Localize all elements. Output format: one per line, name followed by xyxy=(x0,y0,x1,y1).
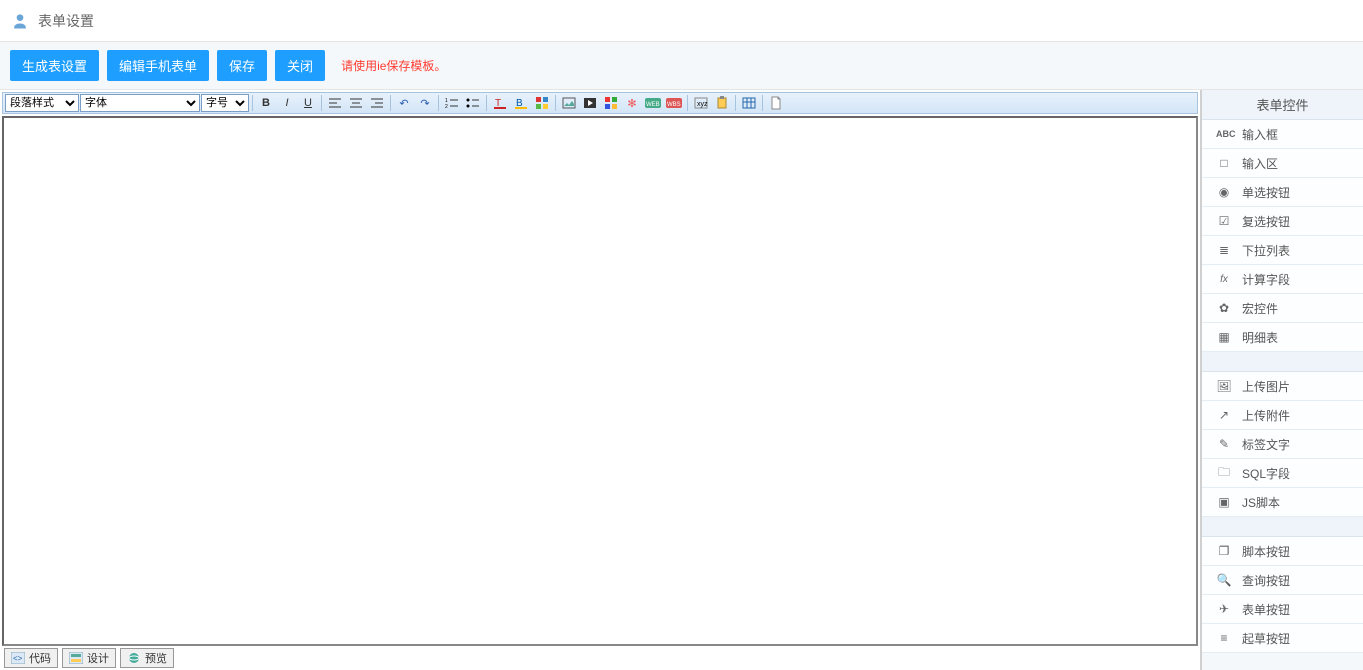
font-color-button[interactable]: T xyxy=(490,94,510,112)
palette-item-upload-image[interactable]: 🖼上传图片 xyxy=(1202,372,1363,401)
editor-mode-tabs: <> 代码 设计 预览 xyxy=(0,646,1200,670)
palette-item-detail-table[interactable]: ▦明细表 xyxy=(1202,323,1363,352)
palette-title: 表单控件 xyxy=(1202,90,1363,120)
design-mode-tab[interactable]: 设计 xyxy=(62,648,116,668)
edit-mobile-form-button[interactable]: 编辑手机表单 xyxy=(107,50,209,81)
paragraph-style-select[interactable]: 段落样式 xyxy=(5,94,79,112)
code-mode-tab[interactable]: <> 代码 xyxy=(4,648,58,668)
wbs-button[interactable]: WBS xyxy=(664,94,684,112)
separator xyxy=(555,95,556,111)
palette-item-select[interactable]: ≣下拉列表 xyxy=(1202,236,1363,265)
action-bar: 生成表设置 编辑手机表单 保存 关闭 请使用ie保存模板。 xyxy=(0,42,1363,90)
control-palette: 表单控件 ABC输入框 □输入区 ◉单选按钮 ☑复选按钮 ≣下拉列表 fx计算字… xyxy=(1201,90,1363,670)
ordered-list-button[interactable]: 12 xyxy=(442,94,462,112)
palette-item-checkbox[interactable]: ☑复选按钮 xyxy=(1202,207,1363,236)
special-char-button[interactable]: ✻ xyxy=(622,94,642,112)
align-left-button[interactable] xyxy=(325,94,345,112)
close-button[interactable]: 关闭 xyxy=(275,50,325,81)
save-button[interactable]: 保存 xyxy=(217,50,267,81)
image-button[interactable] xyxy=(559,94,579,112)
separator xyxy=(438,95,439,111)
editor-toolbar: 段落样式 字体 字号 B I U ↶ ↷ 12 T B ✻ xyxy=(2,92,1198,114)
separator xyxy=(762,95,763,111)
palette-item-draft-button[interactable]: ≡起草按钮 xyxy=(1202,624,1363,653)
palette-item-script-button[interactable]: ❐脚本按钮 xyxy=(1202,537,1363,566)
copy-icon: ❐ xyxy=(1216,544,1232,558)
separator xyxy=(390,95,391,111)
generate-settings-button[interactable]: 生成表设置 xyxy=(10,50,99,81)
page-title: 表单设置 xyxy=(38,11,94,31)
palette-separator xyxy=(1202,352,1363,372)
windows-button[interactable] xyxy=(601,94,621,112)
gear-icon: ✿ xyxy=(1216,301,1232,315)
user-icon xyxy=(10,11,30,31)
font-select[interactable]: 字体 xyxy=(80,94,200,112)
separator xyxy=(735,95,736,111)
palette-item-label[interactable]: ✎标签文字 xyxy=(1202,430,1363,459)
image-icon: 🖼 xyxy=(1216,379,1232,393)
palette-item-query-button[interactable]: 🔍查询按钮 xyxy=(1202,566,1363,595)
palette-item-macro[interactable]: ✿宏控件 xyxy=(1202,294,1363,323)
template-button[interactable]: xyz xyxy=(691,94,711,112)
palette-item-radio[interactable]: ◉单选按钮 xyxy=(1202,178,1363,207)
upload-icon: ↗ xyxy=(1216,408,1232,422)
preview-icon xyxy=(127,652,141,664)
list-icon: ≣ xyxy=(1216,243,1232,257)
fx-icon: fx xyxy=(1216,274,1232,285)
font-size-select[interactable]: 字号 xyxy=(201,94,249,112)
script-icon: ▣ xyxy=(1216,495,1232,509)
color-picker-button[interactable] xyxy=(532,94,552,112)
palette-item-js[interactable]: ▣JS脚本 xyxy=(1202,488,1363,517)
wand-icon: ✎ xyxy=(1216,437,1232,451)
draft-icon: ≡ xyxy=(1216,631,1232,645)
abc-icon: ABC xyxy=(1216,129,1232,139)
editor-canvas[interactable] xyxy=(2,116,1198,646)
undo-button[interactable]: ↶ xyxy=(394,94,414,112)
separator xyxy=(687,95,688,111)
main-area: 段落样式 字体 字号 B I U ↶ ↷ 12 T B ✻ xyxy=(0,90,1363,670)
svg-text:WEB: WEB xyxy=(646,102,660,108)
svg-text:2: 2 xyxy=(445,104,448,109)
separator xyxy=(252,95,253,111)
italic-button[interactable]: I xyxy=(277,94,297,112)
code-icon: <> xyxy=(11,652,25,664)
svg-text:WBS: WBS xyxy=(667,102,681,108)
separator xyxy=(321,95,322,111)
palette-item-calc[interactable]: fx计算字段 xyxy=(1202,265,1363,294)
folder-icon: 🗀 xyxy=(1216,463,1232,484)
palette-item-textbox[interactable]: ABC输入框 xyxy=(1202,120,1363,149)
radio-icon: ◉ xyxy=(1216,185,1232,199)
align-right-button[interactable] xyxy=(367,94,387,112)
svg-text:<>: <> xyxy=(13,654,23,663)
palette-item-form-button[interactable]: ✈表单按钮 xyxy=(1202,595,1363,624)
separator xyxy=(486,95,487,111)
palette-item-textarea[interactable]: □输入区 xyxy=(1202,149,1363,178)
redo-button[interactable]: ↷ xyxy=(415,94,435,112)
table-button[interactable] xyxy=(739,94,759,112)
align-center-button[interactable] xyxy=(346,94,366,112)
send-icon: ✈ xyxy=(1216,602,1232,616)
search-icon: 🔍 xyxy=(1216,573,1232,587)
preview-mode-tab[interactable]: 预览 xyxy=(120,648,174,668)
checkbox-icon: ☑ xyxy=(1216,214,1232,228)
unordered-list-button[interactable] xyxy=(463,94,483,112)
design-icon xyxy=(69,652,83,664)
underline-button[interactable]: U xyxy=(298,94,318,112)
palette-item-upload-file[interactable]: ↗上传附件 xyxy=(1202,401,1363,430)
bold-button[interactable]: B xyxy=(256,94,276,112)
media-button[interactable] xyxy=(580,94,600,112)
rect-icon: □ xyxy=(1216,156,1232,170)
warning-text: 请使用ie保存模板。 xyxy=(341,57,446,74)
svg-text:xyz: xyz xyxy=(697,101,708,108)
grid-icon: ▦ xyxy=(1216,330,1232,344)
page-header: 表单设置 xyxy=(0,0,1363,42)
page-button[interactable] xyxy=(766,94,786,112)
web-button[interactable]: WEB xyxy=(643,94,663,112)
bg-color-button[interactable]: B xyxy=(511,94,531,112)
paste-button[interactable] xyxy=(712,94,732,112)
palette-item-sql[interactable]: 🗀SQL字段 xyxy=(1202,459,1363,488)
editor-column: 段落样式 字体 字号 B I U ↶ ↷ 12 T B ✻ xyxy=(0,90,1201,670)
palette-separator xyxy=(1202,517,1363,537)
